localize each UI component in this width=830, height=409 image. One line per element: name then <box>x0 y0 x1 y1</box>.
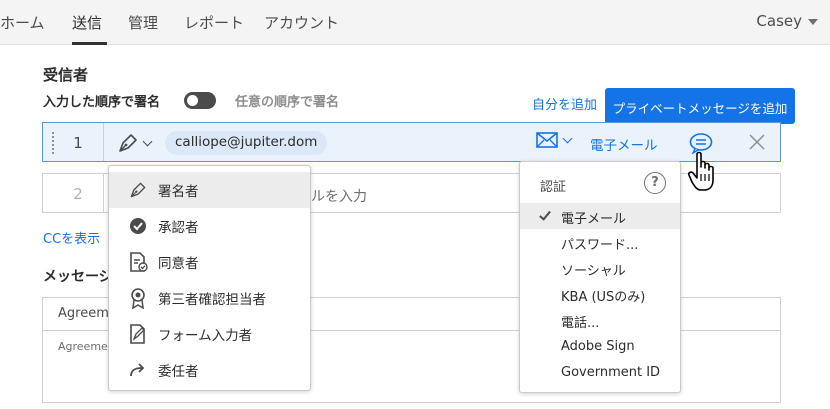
auth-item-label: KBA (USのみ) <box>561 290 646 305</box>
show-cc-link[interactable]: CCを表示 <box>43 228 100 247</box>
top-nav: ホーム 送信 管理 レポート アカウント Casey <box>0 0 830 45</box>
add-me-link[interactable]: 自分を追加 <box>532 94 597 113</box>
auth-item-label: パスワード... <box>561 238 639 253</box>
nav-account[interactable]: アカウント <box>264 12 339 33</box>
close-icon <box>749 134 765 150</box>
hand-cursor-icon <box>688 150 718 198</box>
auth-item-label: Government ID <box>561 365 661 380</box>
auth-item-label: 電子メール <box>561 212 627 227</box>
envelope-icon <box>536 132 558 148</box>
divider <box>103 123 104 161</box>
message-body-field[interactable]: Agreeme <box>58 340 108 353</box>
chevron-down-icon <box>562 133 573 143</box>
nav-send[interactable]: 送信 <box>72 12 102 33</box>
user-name: Casey <box>756 12 802 30</box>
auth-item-label: Adobe Sign <box>561 339 635 354</box>
role-item-approver[interactable]: 承認者 <box>109 208 310 244</box>
auth-menu-title: 認証 <box>540 180 567 195</box>
role-item-acceptor[interactable]: 同意者 <box>109 244 310 280</box>
drag-handle-icon[interactable] <box>52 132 56 154</box>
tooltip: プライベートメッセージを追加 <box>605 88 795 130</box>
auth-dropdown-menu: 認証 ? 電子メール パスワード... ソーシャル KBA (USのみ) 電話.… <box>519 161 681 393</box>
auth-method-button[interactable] <box>536 132 573 148</box>
nav-reports[interactable]: レポート <box>184 12 244 33</box>
role-item-certified-recipient[interactable]: 第三者確認担当者 <box>109 280 310 316</box>
auth-item-label: 電話... <box>561 316 600 331</box>
form-edit-icon <box>127 323 149 345</box>
email-input-placeholder[interactable]: ルを入力 <box>311 186 367 206</box>
user-menu[interactable]: Casey <box>756 12 818 30</box>
any-order-label: 任意の順序で署名 <box>235 95 340 110</box>
tooltip-text: プライベートメッセージを追加 <box>612 101 788 116</box>
chevron-down-icon <box>142 136 153 146</box>
role-item-label: 第三者確認担当者 <box>158 292 266 308</box>
recipient-row-1: 1 calliope@jupiter.dom 電子メール <box>42 122 781 162</box>
auth-item-label: ソーシャル <box>561 264 626 279</box>
auth-item-government-id[interactable]: Government ID <box>520 360 680 386</box>
auth-item-phone[interactable]: 電話... <box>520 307 680 333</box>
auth-item-email[interactable]: 電子メール <box>520 203 680 229</box>
auth-item-password[interactable]: パスワード... <box>520 229 680 255</box>
auth-method-label[interactable]: 電子メール <box>590 134 658 154</box>
checkmark-icon <box>539 208 551 221</box>
forward-arrow-icon <box>127 359 149 381</box>
role-dropdown-menu: 署名者 承認者 同意者 第三者確認担当者 フォーム入力者 委任者 <box>108 165 311 391</box>
check-circle-icon <box>127 215 149 237</box>
ribbon-icon <box>127 287 149 309</box>
caret-down-icon <box>808 19 818 25</box>
sign-order-toggle[interactable] <box>184 92 216 109</box>
nav-home[interactable]: ホーム <box>0 12 45 33</box>
role-item-label: 署名者 <box>158 184 199 200</box>
recipient-number: 1 <box>73 134 83 152</box>
recipient-email-chip[interactable]: calliope@jupiter.dom <box>165 131 328 155</box>
agreement-name-field[interactable]: Agreem <box>58 306 109 321</box>
role-item-signer[interactable]: 署名者 <box>109 172 310 208</box>
toggle-knob <box>187 95 198 106</box>
active-tab-indicator <box>72 42 107 45</box>
role-item-form-filler[interactable]: フォーム入力者 <box>109 316 310 352</box>
role-item-label: 委任者 <box>158 364 199 380</box>
remove-recipient-button[interactable] <box>748 133 766 155</box>
role-item-delegator[interactable]: 委任者 <box>109 352 310 388</box>
recipient-number: 2 <box>73 185 83 203</box>
sign-order-label: 入力した順序で署名 <box>43 95 161 110</box>
role-item-label: フォーム入力者 <box>158 328 253 344</box>
role-item-label: 承認者 <box>158 220 199 236</box>
auth-item-kba[interactable]: KBA (USのみ) <box>520 281 680 307</box>
pen-icon <box>127 179 149 201</box>
auth-item-adobe-sign[interactable]: Adobe Sign <box>520 334 680 360</box>
pen-icon <box>119 134 137 152</box>
role-selector-button[interactable] <box>116 131 153 155</box>
divider <box>103 174 104 212</box>
nav-manage[interactable]: 管理 <box>128 12 158 33</box>
document-check-icon <box>127 251 149 273</box>
help-icon[interactable]: ? <box>644 172 666 194</box>
message-title: メッセージ <box>43 269 113 285</box>
recipients-title: 受信者 <box>43 66 89 84</box>
role-item-label: 同意者 <box>158 256 199 272</box>
auth-item-social[interactable]: ソーシャル <box>520 255 680 281</box>
